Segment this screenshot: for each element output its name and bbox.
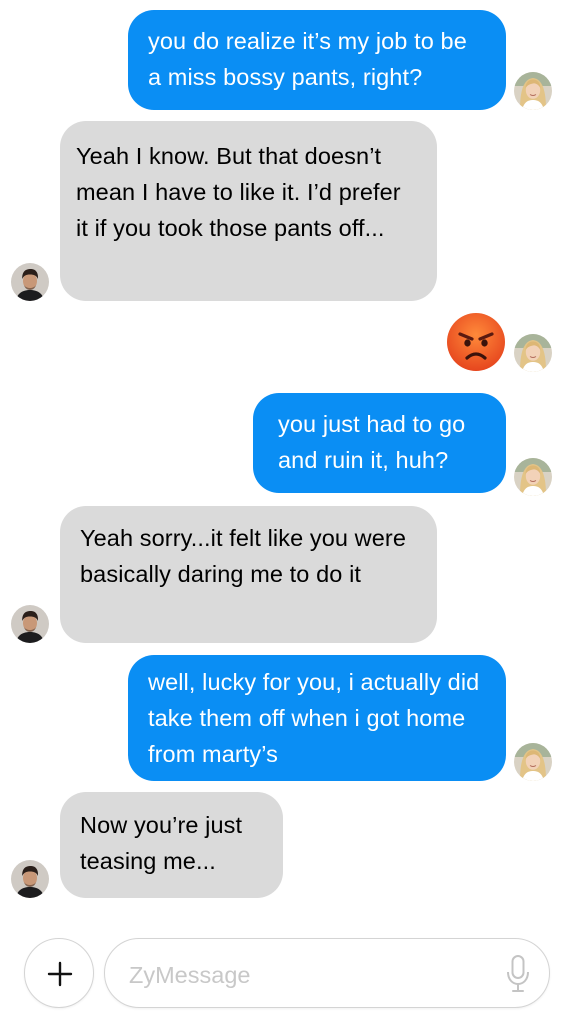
user-avatar	[514, 72, 552, 110]
message-bubble-incoming[interactable]: Yeah I know. But that doesn’t mean I hav…	[60, 121, 437, 301]
user-avatar	[514, 743, 552, 781]
contact-avatar	[11, 263, 49, 301]
contact-avatar	[11, 860, 49, 898]
message-bubble-incoming[interactable]: Yeah sorry...it felt like you were basic…	[60, 506, 437, 643]
angry-face-emoji-icon[interactable]	[446, 312, 506, 372]
add-attachment-button[interactable]	[24, 938, 94, 1008]
plus-icon	[47, 961, 73, 987]
message-text: Yeah sorry...it felt like you were basic…	[80, 525, 407, 587]
message-input-container[interactable]	[104, 938, 550, 1008]
user-avatar	[514, 458, 552, 496]
microphone-icon[interactable]	[505, 954, 531, 994]
message-text: Now you’re just teasing me...	[80, 812, 243, 874]
message-bubble-outgoing[interactable]: you do realize it’s my job to be a miss …	[128, 10, 506, 110]
message-text: you just had to go and ruin it, huh?	[278, 411, 466, 473]
message-bubble-incoming[interactable]: Now you’re just teasing me...	[60, 792, 283, 898]
message-input[interactable]	[127, 957, 491, 993]
message-text: Yeah I know. But that doesn’t mean I hav…	[76, 143, 401, 241]
message-text: you do realize it’s my job to be a miss …	[148, 28, 467, 90]
user-avatar	[514, 334, 552, 372]
message-bubble-outgoing[interactable]: well, lucky for you, i actually did take…	[128, 655, 506, 781]
message-text: well, lucky for you, i actually did take…	[148, 669, 480, 767]
message-bubble-outgoing[interactable]: you just had to go and ruin it, huh?	[253, 393, 506, 493]
contact-avatar	[11, 605, 49, 643]
